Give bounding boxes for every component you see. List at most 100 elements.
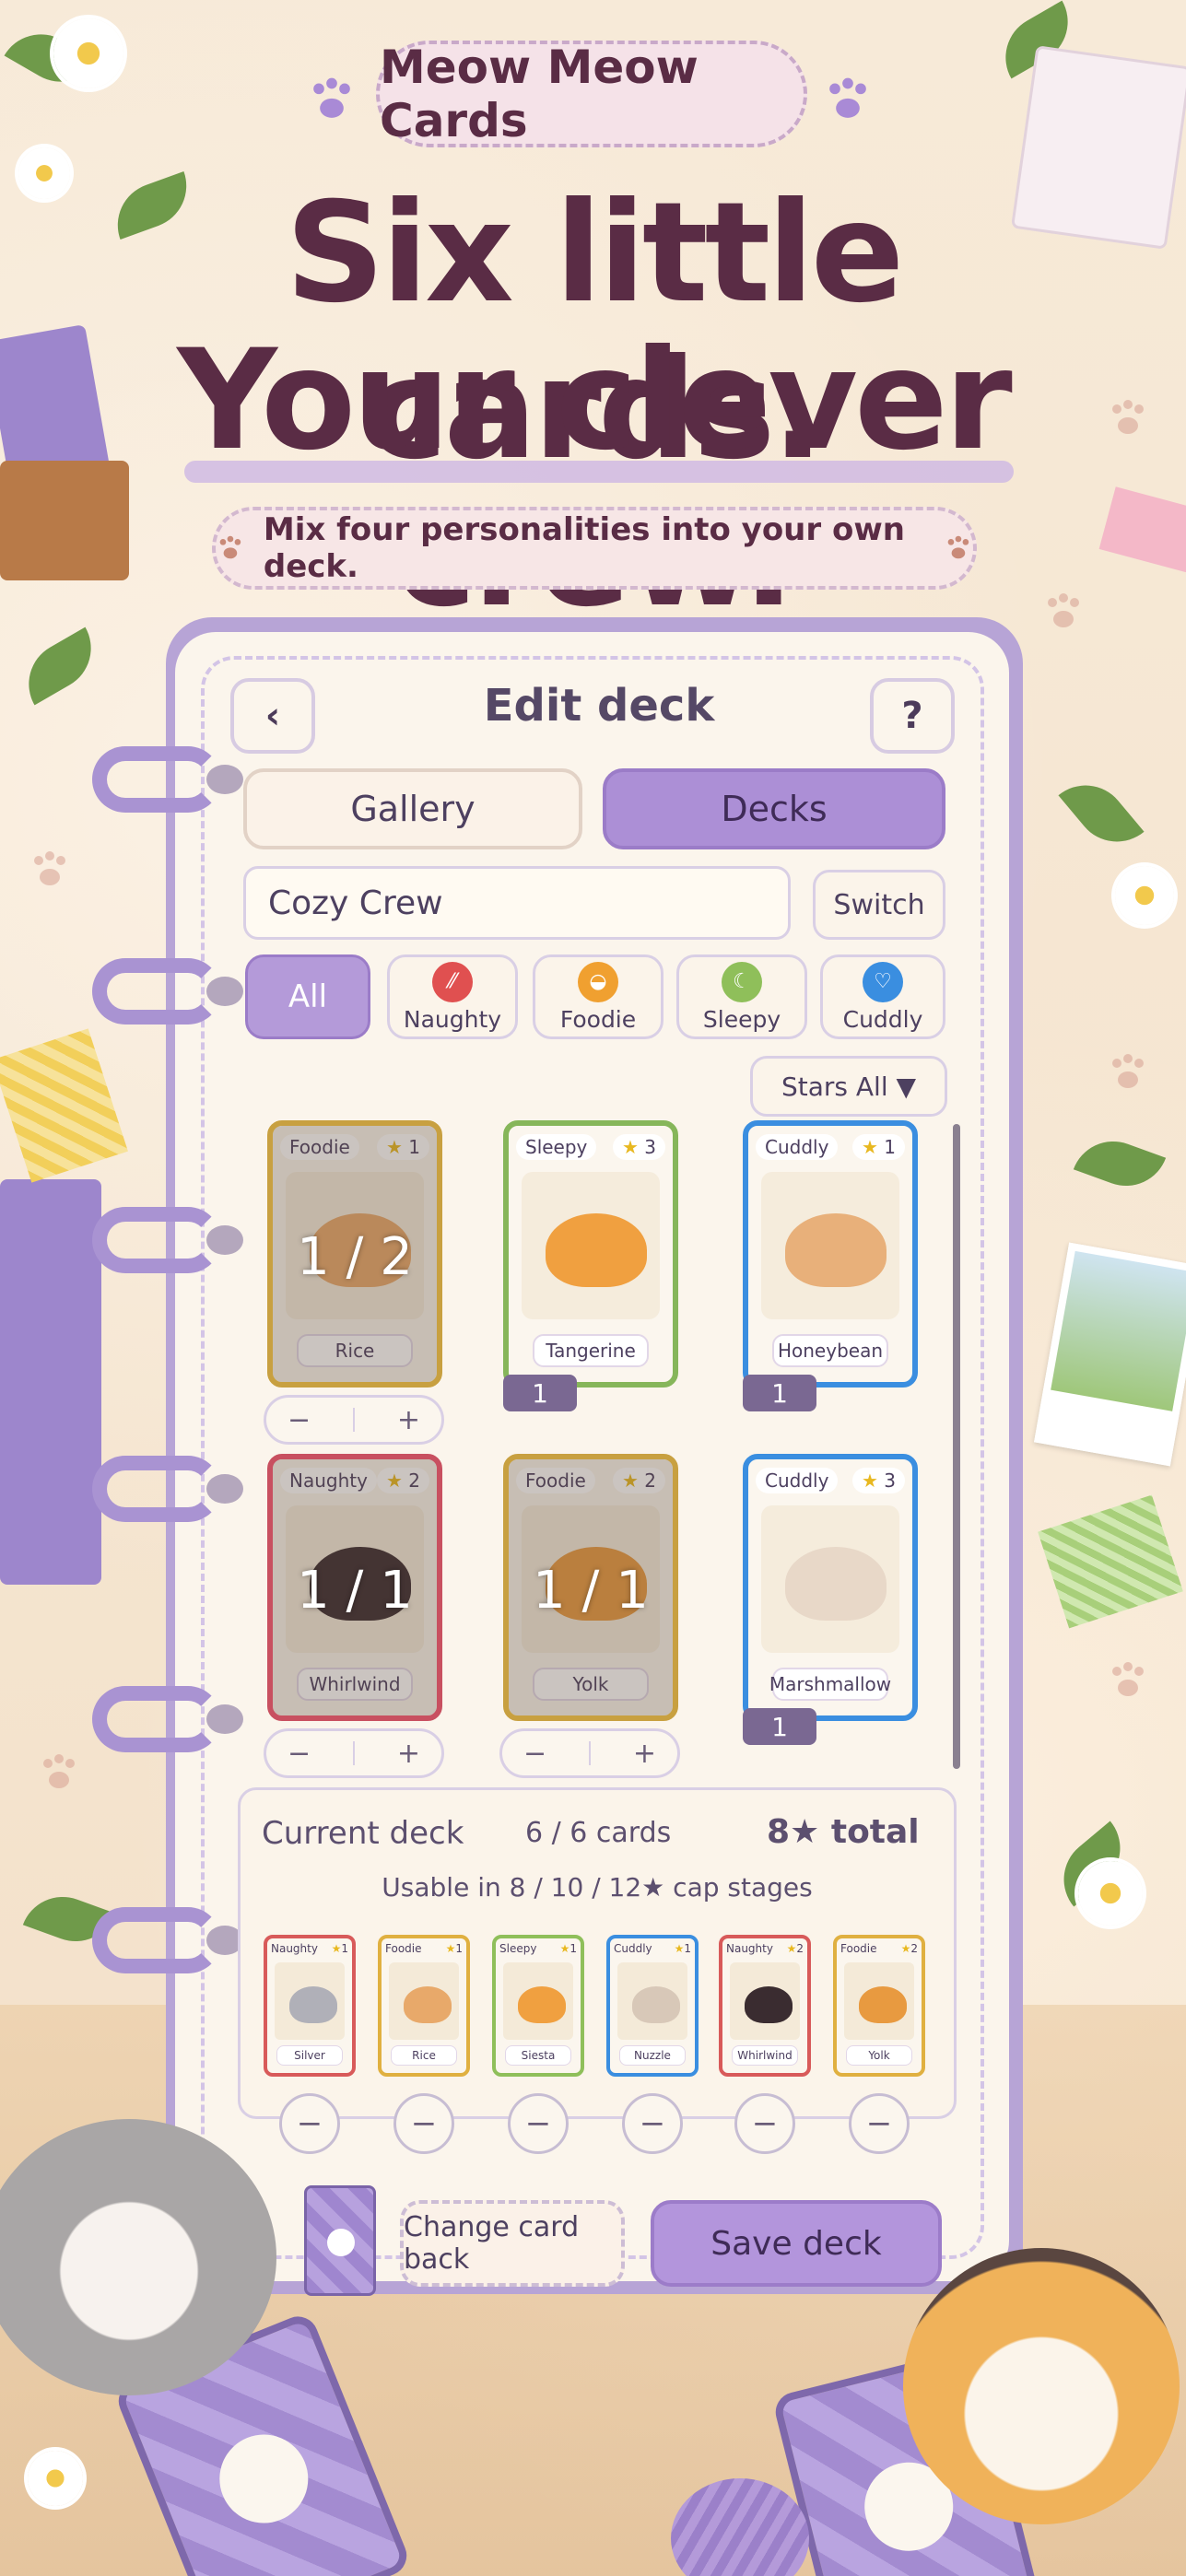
chevron-left-icon: ‹ — [264, 695, 281, 737]
cat-illustration — [289, 1986, 337, 2023]
save-deck-button[interactable]: Save deck — [651, 2200, 942, 2287]
card-name: Rice — [297, 1334, 413, 1367]
plus-button[interactable]: + — [397, 1404, 420, 1436]
remove-card-button[interactable]: − — [734, 2093, 795, 2154]
gallery-card[interactable]: Naughty ★ 2 Whirlwind 1 / 1 — [267, 1454, 442, 1721]
paw-print-icon — [34, 851, 65, 885]
subtitle-text: Mix four personalities into your own dec… — [263, 511, 905, 585]
stars-filter-dropdown[interactable]: Stars All ▼ — [750, 1056, 947, 1117]
card-name: Nuzzle — [619, 2045, 686, 2066]
star-icon: ★ — [861, 1469, 885, 1492]
remove-card-button[interactable]: − — [393, 2093, 454, 2154]
card-name: Yolk — [533, 1668, 649, 1701]
card-type: Foodie — [516, 1468, 595, 1493]
help-button[interactable]: ? — [870, 678, 955, 754]
star-icon: ★ — [621, 1469, 645, 1492]
card-stars: ★1 — [560, 1942, 577, 1955]
tab-decks[interactable]: Decks — [603, 768, 945, 849]
card-back-preview[interactable] — [304, 2185, 376, 2296]
remove-card-button[interactable]: − — [508, 2093, 569, 2154]
star-icon: ★ — [621, 1136, 645, 1158]
plus-button[interactable]: + — [397, 1738, 420, 1770]
deck-card[interactable]: Foodie ★2 Yolk — [833, 1935, 925, 2077]
card-header: Cuddly ★ 3 — [756, 1465, 905, 1496]
usable-stages: Usable in 8 / 10 / 12★ cap stages — [382, 1872, 813, 1903]
gallery-card[interactable]: Sleepy ★ 3 Tangerine — [503, 1120, 678, 1388]
deck-card[interactable]: Cuddly ★1 Nuzzle — [606, 1935, 699, 2077]
card-type: Foodie — [840, 1942, 877, 1955]
star-icon: ★ — [331, 1942, 342, 1955]
card-header: Sleepy ★ 3 — [516, 1131, 665, 1163]
card-stars: ★ 1 — [851, 1134, 905, 1160]
switch-deck-button[interactable]: Switch — [813, 870, 945, 940]
help-icon: ? — [901, 695, 923, 737]
card-type: Sleepy — [516, 1134, 597, 1160]
minus-button[interactable]: − — [288, 1404, 311, 1436]
gallery-scrollbar[interactable] — [953, 1124, 960, 1769]
filter-foodie[interactable]: ◒ Foodie — [533, 954, 663, 1039]
card-type: Foodie — [385, 1942, 422, 1955]
card-stars: ★2 — [901, 1942, 918, 1955]
deck-card[interactable]: Naughty ★1 Silver — [264, 1935, 356, 2077]
gallery-card[interactable]: Cuddly ★ 3 Marshmallow — [743, 1454, 918, 1721]
gallery-card[interactable]: Foodie ★ 2 Yolk 1 / 1 — [503, 1454, 678, 1721]
plus-button[interactable]: + — [633, 1738, 656, 1770]
tab-gallery[interactable]: Gallery — [243, 768, 582, 849]
filter-label: All — [288, 978, 328, 1015]
gallery-card[interactable]: Cuddly ★ 1 Honeybean — [743, 1120, 918, 1388]
quantity-stepper[interactable]: − + — [264, 1395, 444, 1445]
back-button[interactable]: ‹ — [230, 678, 315, 754]
filter-all[interactable]: All — [245, 954, 370, 1039]
card-star-value: 2 — [408, 1469, 420, 1492]
card-star-value: 3 — [644, 1136, 656, 1158]
remove-card-button[interactable]: − — [279, 2093, 340, 2154]
filter-label: Naughty — [403, 1005, 502, 1033]
quantity-stepper[interactable]: − + — [264, 1728, 444, 1778]
filter-cuddly[interactable]: ♡ Cuddly — [820, 954, 945, 1039]
binder-ring — [92, 1907, 243, 1973]
card-name: Tangerine — [533, 1334, 649, 1367]
deck-name-input[interactable]: Cozy Crew — [243, 866, 791, 940]
deck-card[interactable]: Sleepy ★1 Siesta — [492, 1935, 584, 2077]
filter-naughty[interactable]: ⁄⁄ Naughty — [387, 954, 518, 1039]
copy-count-badge: 1 — [503, 1375, 577, 1411]
star-icon: ★ — [786, 1942, 797, 1955]
binder-ring — [92, 746, 243, 813]
card-type: Cuddly — [614, 1942, 652, 1955]
paw-icon — [947, 535, 969, 559]
minus-button[interactable]: − — [288, 1738, 311, 1770]
filter-sleepy[interactable]: ☾ Sleepy — [676, 954, 807, 1039]
binder-ring — [92, 1686, 243, 1752]
cat-illustration — [632, 1986, 680, 2023]
card-stars: ★ 2 — [612, 1468, 665, 1493]
tab-label: Decks — [721, 789, 828, 829]
cat-illustration — [745, 1986, 793, 2023]
deck-card[interactable]: Naughty ★2 Whirlwind — [719, 1935, 811, 2077]
card-type: Cuddly — [756, 1468, 839, 1493]
app-badge: Meow Meow Cards — [376, 41, 807, 147]
remove-card-button[interactable]: − — [849, 2093, 910, 2154]
filter-label: Cuddly — [842, 1005, 923, 1033]
cat-illustration — [546, 1213, 647, 1287]
owned-count-overlay: 1 / 2 — [297, 1227, 413, 1287]
card-name: Whirlwind — [732, 2045, 798, 2066]
minus-button[interactable]: − — [523, 1738, 546, 1770]
deck-card-count: 6 / 6 cards — [525, 1817, 672, 1849]
remove-card-button[interactable]: − — [622, 2093, 683, 2154]
headline-underline — [184, 461, 1014, 483]
card-star-value: 1 — [408, 1136, 420, 1158]
card-star-value: 2 — [910, 1942, 918, 1955]
gallery-card[interactable]: Foodie ★ 1 Rice 1 / 2 — [267, 1120, 442, 1388]
paw-icon — [327, 2229, 355, 2256]
flower-decoration — [1115, 866, 1174, 925]
quantity-stepper[interactable]: − + — [499, 1728, 680, 1778]
star-icon: ★ — [445, 1942, 456, 1955]
deck-card[interactable]: Foodie ★1 Rice — [378, 1935, 470, 2077]
change-card-back-button[interactable]: Change card back — [400, 2200, 625, 2287]
filter-label: Sleepy — [702, 1005, 781, 1033]
card-stars: ★ 3 — [612, 1134, 665, 1160]
card-header: Foodie ★1 — [385, 1942, 463, 1955]
cat-illustration — [785, 1213, 887, 1287]
card-star-value: 2 — [796, 1942, 804, 1955]
card-header: Naughty ★2 — [726, 1942, 804, 1955]
